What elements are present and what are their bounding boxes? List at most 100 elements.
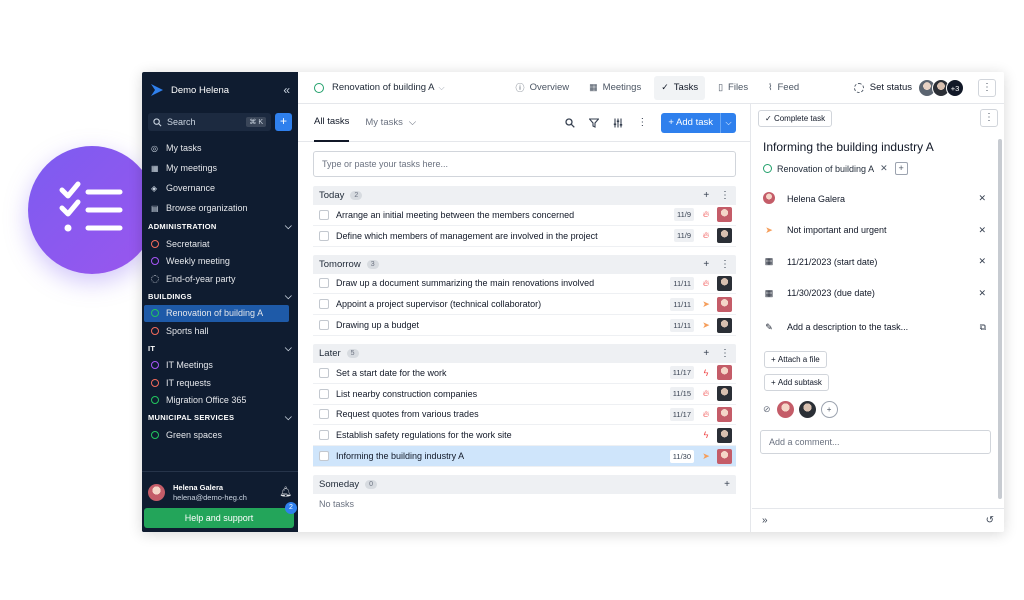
sidebar-section-header[interactable]: MUNICIPAL SERVICES ⌵ — [142, 409, 298, 426]
task-checkbox[interactable] — [319, 209, 329, 220]
close-icon[interactable]: ✕ — [978, 225, 986, 236]
due-date-badge[interactable]: 11/11 — [670, 276, 694, 290]
sidebar-section-header[interactable]: RH ⌵ — [142, 444, 298, 451]
avatar[interactable] — [717, 207, 732, 223]
task-title[interactable]: Informing the building industry A — [752, 132, 1004, 162]
priority-bolt-icon[interactable]: ϟ — [699, 430, 713, 440]
task-row[interactable]: Appoint a project supervisor (technical … — [313, 294, 736, 316]
user-profile[interactable]: Helena Galera helena@demo-heg.ch 🔔︎ — [142, 472, 298, 506]
complete-task-button[interactable]: ✓ Complete task — [758, 109, 833, 127]
task-checkbox[interactable] — [319, 299, 329, 310]
tab-tasks[interactable]: ✓ Tasks — [654, 75, 706, 100]
task-row[interactable]: Informing the building industry A 11/30 ➤ — [313, 446, 736, 467]
priority-urgent-icon[interactable]: 🔥︎ — [699, 209, 713, 220]
add-follower-icon[interactable]: + — [820, 401, 838, 418]
priority-urgent-icon[interactable]: 🔥︎ — [699, 230, 713, 241]
avatar[interactable] — [717, 317, 732, 333]
task-row[interactable]: Arrange an initial meeting between the m… — [313, 205, 736, 226]
sidebar-item-my-tasks[interactable]: ◎ My tasks — [142, 138, 298, 158]
chevron-down-icon[interactable]: ⌵ — [285, 221, 292, 232]
eye-off-icon[interactable]: ⊘ — [763, 404, 771, 415]
attach-file-button[interactable]: + Attach a file — [764, 351, 827, 368]
avatar[interactable] — [776, 401, 794, 418]
priority-urgent-icon[interactable]: 🔥︎ — [699, 409, 713, 420]
create-button[interactable]: + — [275, 113, 292, 131]
due-date-badge[interactable]: 11/30 — [669, 449, 694, 463]
bell-icon[interactable]: 🔔︎ — [279, 487, 292, 498]
settings-sliders-icon[interactable] — [613, 118, 623, 128]
more-options-icon[interactable]: ⋮ — [637, 117, 647, 128]
due-date-badge[interactable]: 11/17 — [669, 366, 694, 380]
more-options-icon[interactable]: ⋮ — [717, 348, 730, 359]
due-date-badge[interactable]: 11/11 — [670, 318, 694, 332]
priority-bolt-icon[interactable]: ϟ — [699, 368, 713, 378]
add-task-icon[interactable]: + — [703, 348, 709, 359]
tab-my-tasks[interactable]: My tasks — [365, 104, 402, 142]
due-date-badge[interactable]: 11/17 — [669, 407, 694, 421]
task-row[interactable]: Set a start date for the work 11/17 ϟ — [313, 363, 736, 384]
avatar[interactable] — [717, 427, 732, 443]
task-checkbox[interactable] — [319, 430, 329, 441]
close-icon[interactable]: ✕ — [880, 163, 888, 174]
avatar[interactable] — [798, 401, 816, 418]
assignee-row[interactable]: Helena Galera ✕ — [752, 183, 1004, 215]
priority-low-icon[interactable]: ➤ — [699, 451, 713, 462]
add-task-icon[interactable]: + — [703, 190, 709, 201]
sidebar-item-my-meetings[interactable]: ▦ My meetings — [142, 158, 298, 178]
task-row[interactable]: Draw up a document summarizing the main … — [313, 274, 736, 295]
filter-icon[interactable] — [589, 117, 600, 128]
priority-low-icon[interactable]: ➤ — [699, 320, 713, 331]
close-icon[interactable]: ✕ — [978, 288, 986, 299]
collapse-sidebar-icon[interactable]: « — [283, 83, 290, 97]
chevron-down-icon[interactable]: ⌵ — [409, 104, 416, 142]
avatar[interactable] — [717, 365, 732, 381]
avatar[interactable] — [717, 228, 732, 244]
close-icon[interactable]: ✕ — [978, 193, 986, 204]
sidebar-item-renovation-of-building-a[interactable]: Renovation of building A — [144, 304, 289, 322]
task-row[interactable]: Drawing up a budget 11/11 ➤ — [313, 315, 736, 336]
sidebar-item-end-of-year-party[interactable]: End-of-year party — [142, 270, 298, 288]
task-row[interactable]: Establish safety regulations for the wor… — [313, 425, 736, 447]
tab-all-tasks[interactable]: All tasks — [314, 104, 350, 142]
help-and-support-button[interactable]: Help and support 2 — [144, 502, 297, 528]
sidebar-item-migration-office-365[interactable]: Migration Office 365 — [142, 392, 298, 410]
history-icon[interactable]: ↺ — [986, 515, 994, 526]
due-date-badge[interactable]: 11/15 — [669, 387, 694, 401]
sidebar-item-governance[interactable]: ◈ Governance — [142, 178, 298, 198]
close-icon[interactable]: ✕ — [978, 256, 986, 267]
sidebar-item-secretariat[interactable]: Secretariat — [142, 235, 298, 253]
sidebar-item-browse-organization[interactable]: ▤ Browse organization — [142, 198, 298, 218]
task-row[interactable]: List nearby construction companies 11/15 🔥… — [313, 384, 736, 405]
sidebar-item-it-meetings[interactable]: IT Meetings — [142, 357, 298, 375]
chevron-down-icon[interactable]: ⌵ — [285, 343, 292, 354]
paste-tasks-input[interactable]: Type or paste your tasks here... — [313, 151, 736, 177]
task-checkbox[interactable] — [319, 388, 329, 399]
priority-urgent-icon[interactable]: 🔥︎ — [699, 278, 713, 289]
chevron-down-icon[interactable]: ⌵ — [285, 291, 292, 302]
task-checkbox[interactable] — [319, 320, 329, 331]
tab-feed[interactable]: ⌇ Feed — [761, 76, 806, 100]
chevron-down-icon[interactable]: ⌵ — [285, 447, 292, 451]
due-date-badge[interactable]: 11/9 — [673, 208, 694, 222]
avatar[interactable] — [717, 386, 732, 402]
due-date-badge[interactable]: 11/9 — [673, 229, 694, 243]
search-icon[interactable] — [565, 117, 576, 128]
due-date-badge[interactable]: 11/11 — [670, 297, 694, 311]
sidebar-section-header[interactable]: IT ⌵ — [142, 340, 298, 357]
set-status-button[interactable]: Set status — [853, 82, 912, 93]
due-date-row[interactable]: ▦ 11/30/2023 (due date) ✕ — [752, 278, 1004, 310]
avatar[interactable] — [717, 296, 732, 312]
expand-panel-icon[interactable]: » — [762, 515, 768, 526]
avatar[interactable] — [717, 448, 732, 464]
avatar[interactable] — [717, 275, 732, 291]
priority-row[interactable]: ➤ Not important and urgent ✕ — [752, 215, 1004, 247]
task-checkbox[interactable] — [319, 230, 329, 241]
task-checkbox[interactable] — [319, 451, 329, 462]
add-task-button[interactable]: + Add task ⌵ — [661, 112, 736, 133]
project-selector[interactable]: Renovation of building A ⌵ — [298, 82, 445, 93]
avatar[interactable] — [717, 406, 732, 422]
chevron-down-icon[interactable]: ⌵ — [285, 412, 292, 423]
task-checkbox[interactable] — [319, 367, 329, 378]
task-checkbox[interactable] — [319, 278, 329, 289]
task-row[interactable]: Request quotes from various trades 11/17 🔥… — [313, 405, 736, 426]
